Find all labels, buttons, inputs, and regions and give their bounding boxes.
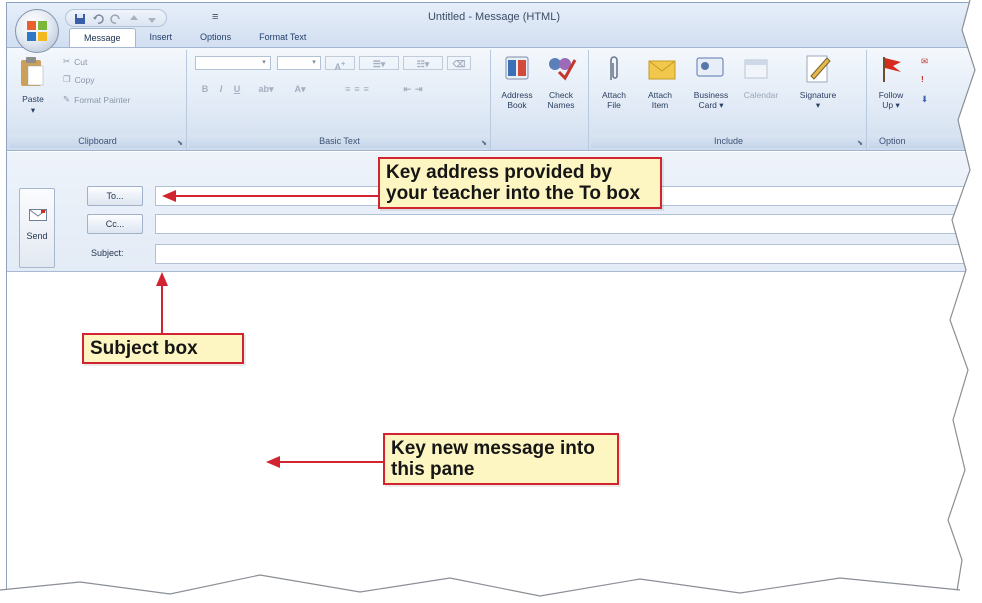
format-painter-label: Format Painter xyxy=(74,94,131,105)
scissors-icon: ✂ xyxy=(63,56,71,66)
copy-button[interactable]: ❐ Copy xyxy=(63,74,94,85)
font-size-combo[interactable]: ▾ xyxy=(277,56,321,70)
align-icons[interactable]: ≡≡≡ xyxy=(329,82,389,96)
calendar-icon[interactable] xyxy=(743,58,769,80)
check-names-icon[interactable] xyxy=(545,52,577,82)
format-painter-button[interactable]: ✎ Format Painter xyxy=(63,94,130,105)
clipboard-group: Paste ▾ ✂ Cut ❐ Copy ✎ Format Painter Cl… xyxy=(9,50,187,150)
address-book-icon[interactable] xyxy=(503,54,531,82)
send-button[interactable]: Send xyxy=(19,188,55,268)
to-button[interactable]: To... xyxy=(87,186,143,206)
dialog-launcher-icon[interactable]: ⬊ xyxy=(177,139,183,147)
paste-dropdown-icon[interactable]: ▾ xyxy=(23,105,43,115)
send-icon xyxy=(29,209,47,221)
clipboard-group-label: Clipboard xyxy=(9,134,186,148)
outlook-message-window: ≡ Untitled - Message (HTML) Message Inse… xyxy=(6,2,982,603)
numbering-icon[interactable]: ☷▾ xyxy=(403,56,443,70)
callout-to-box: Key address provided by your teacher int… xyxy=(378,157,662,209)
window-title: Untitled - Message (HTML) xyxy=(427,11,561,23)
dialog-launcher-icon[interactable]: ⬊ xyxy=(857,139,863,147)
cut-label: Cut xyxy=(74,56,88,67)
permission-icon[interactable]: ✉ xyxy=(921,56,928,67)
options-group-label: Option xyxy=(869,134,982,148)
subject-field[interactable] xyxy=(155,244,982,264)
options-group: Follow Up ▾ ✉ ! ⬇ Option xyxy=(869,50,982,150)
subject-label: Subject: xyxy=(91,248,124,258)
callout-subject-box: Subject box xyxy=(82,333,244,364)
address-book-label[interactable]: Address Book xyxy=(495,90,539,110)
ribbon: Paste ▾ ✂ Cut ❐ Copy ✎ Format Painter Cl… xyxy=(7,47,982,151)
bullets-icon[interactable]: ☰▾ xyxy=(359,56,399,70)
font-combo[interactable]: ▾ xyxy=(195,56,271,70)
chevron-down-icon: ▾ xyxy=(312,59,316,66)
paste-button-label[interactable]: Paste xyxy=(11,94,55,104)
basic-text-group-label: Basic Text xyxy=(189,134,490,148)
font-color-icon[interactable]: A▾ xyxy=(285,82,315,96)
follow-up-label[interactable]: Follow Up ▾ xyxy=(871,90,911,110)
business-card-icon[interactable] xyxy=(695,56,725,80)
attach-item-label[interactable]: Attach Item xyxy=(639,90,681,110)
tab-options[interactable]: Options xyxy=(186,28,245,47)
italic-icon[interactable]: I xyxy=(215,82,227,96)
signature-label[interactable]: Signature ▾ xyxy=(791,90,845,110)
bold-icon[interactable]: B xyxy=(199,82,211,96)
chevron-down-icon: ▾ xyxy=(262,59,266,66)
cc-field[interactable] xyxy=(155,214,982,234)
attach-file-label[interactable]: Attach File xyxy=(593,90,635,110)
ribbon-tabs: Message Insert Options Format Text xyxy=(69,28,320,47)
office-logo-icon xyxy=(27,21,47,41)
send-label: Send xyxy=(26,231,48,241)
low-importance-icon[interactable]: ⬇ xyxy=(921,94,928,105)
callout-message-pane: Key new message into this pane xyxy=(383,433,619,485)
high-importance-icon[interactable]: ! xyxy=(921,74,924,84)
copy-icon: ❐ xyxy=(63,74,71,84)
cc-button[interactable]: Cc... xyxy=(87,214,143,234)
check-names-label[interactable]: Check Names xyxy=(539,90,583,110)
highlight-icon[interactable]: ab▾ xyxy=(251,82,281,96)
tab-insert[interactable]: Insert xyxy=(136,28,187,47)
paperclip-icon[interactable] xyxy=(607,54,621,84)
copy-label: Copy xyxy=(74,74,95,85)
calendar-label[interactable]: Calendar xyxy=(737,90,785,100)
flag-icon[interactable] xyxy=(879,54,905,84)
clear-formatting-icon[interactable]: ⌫ xyxy=(447,56,471,70)
business-card-label[interactable]: Business Card ▾ xyxy=(687,90,735,110)
tab-format-text[interactable]: Format Text xyxy=(245,28,320,47)
grow-font-icon[interactable]: A+ xyxy=(325,56,355,72)
tab-message[interactable]: Message xyxy=(69,28,136,47)
title-bar: ≡ Untitled - Message (HTML) Message Inse… xyxy=(7,3,981,47)
dialog-launcher-icon[interactable]: ⬊ xyxy=(481,139,487,147)
indent-icons[interactable]: ⇤⇥ xyxy=(395,82,435,96)
include-group: Attach File Attach Item Business Card ▾ … xyxy=(591,50,867,150)
signature-icon[interactable] xyxy=(803,52,833,84)
names-group: Address Book Check Names xyxy=(493,50,589,150)
attach-item-icon[interactable] xyxy=(647,56,679,82)
cut-button[interactable]: ✂ Cut xyxy=(63,56,87,67)
paintbrush-icon: ✎ xyxy=(63,94,71,104)
underline-icon[interactable]: U xyxy=(231,82,243,96)
paste-icon[interactable] xyxy=(19,56,45,88)
basic-text-group: ▾ ▾ A+ ☰▾ ☷▾ ⌫ B I U ab▾ A▾ ≡≡≡ ⇤⇥ Basic… xyxy=(189,50,491,150)
include-group-label: Include xyxy=(591,134,866,148)
office-button[interactable] xyxy=(15,9,59,53)
